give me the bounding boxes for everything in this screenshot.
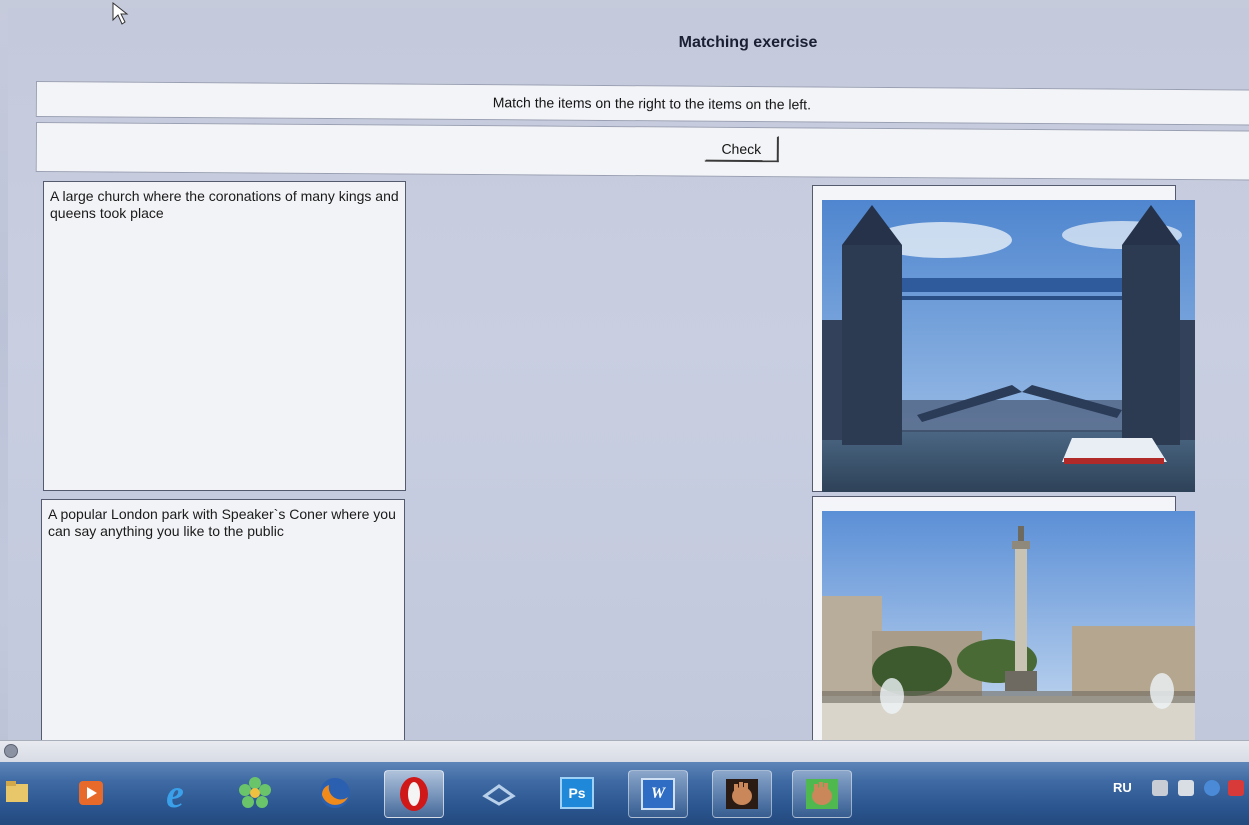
status-bar	[0, 740, 1249, 763]
left-item-text: A large church where the coronations of …	[50, 188, 399, 221]
instructions-text: Match the items on the right to the item…	[492, 94, 812, 113]
tower-bridge-image	[822, 200, 1195, 492]
trafalgar-square-image	[822, 511, 1195, 751]
taskbar: e Ps W RU	[0, 762, 1249, 825]
check-button[interactable]: Check	[704, 135, 779, 163]
network-icon[interactable]	[1204, 780, 1220, 796]
hand-app-icon[interactable]	[712, 770, 772, 818]
page-title: Matching exercise	[678, 34, 818, 51]
check-bar: Check	[35, 122, 1249, 181]
tray-icon[interactable]	[1152, 780, 1168, 796]
tower-bridge-photo[interactable]	[822, 200, 1195, 492]
firefox-icon[interactable]	[306, 770, 364, 816]
photoshop-icon[interactable]: Ps	[548, 770, 606, 816]
internet-explorer-icon[interactable]: e	[146, 770, 204, 816]
word-icon[interactable]: W	[628, 770, 688, 818]
left-item-card[interactable]: A large church where the coronations of …	[43, 181, 406, 491]
icq-flower-icon[interactable]	[226, 770, 284, 816]
volume-icon[interactable]	[1228, 780, 1244, 796]
word-label: W	[641, 778, 675, 810]
tray-icon[interactable]	[1178, 780, 1194, 796]
status-icon	[4, 744, 18, 758]
app-icon[interactable]	[470, 770, 528, 816]
photoshop-label: Ps	[560, 777, 594, 809]
instructions-bar: Match the items on the right to the item…	[35, 81, 1249, 126]
left-item-card[interactable]: A popular London park with Speaker`s Con…	[41, 499, 405, 756]
exercise-window: Matching exercise Match the items on the…	[8, 8, 1249, 756]
opera-icon[interactable]	[384, 770, 444, 818]
windows-explorer-icon[interactable]	[0, 770, 34, 816]
mouse-cursor-icon	[112, 2, 129, 25]
media-player-icon[interactable]	[62, 770, 120, 816]
trafalgar-square-photo[interactable]	[822, 511, 1195, 751]
left-item-text: A popular London park with Speaker`s Con…	[48, 506, 396, 539]
language-indicator[interactable]: RU	[1113, 780, 1132, 795]
hand-app-icon[interactable]	[792, 770, 852, 818]
